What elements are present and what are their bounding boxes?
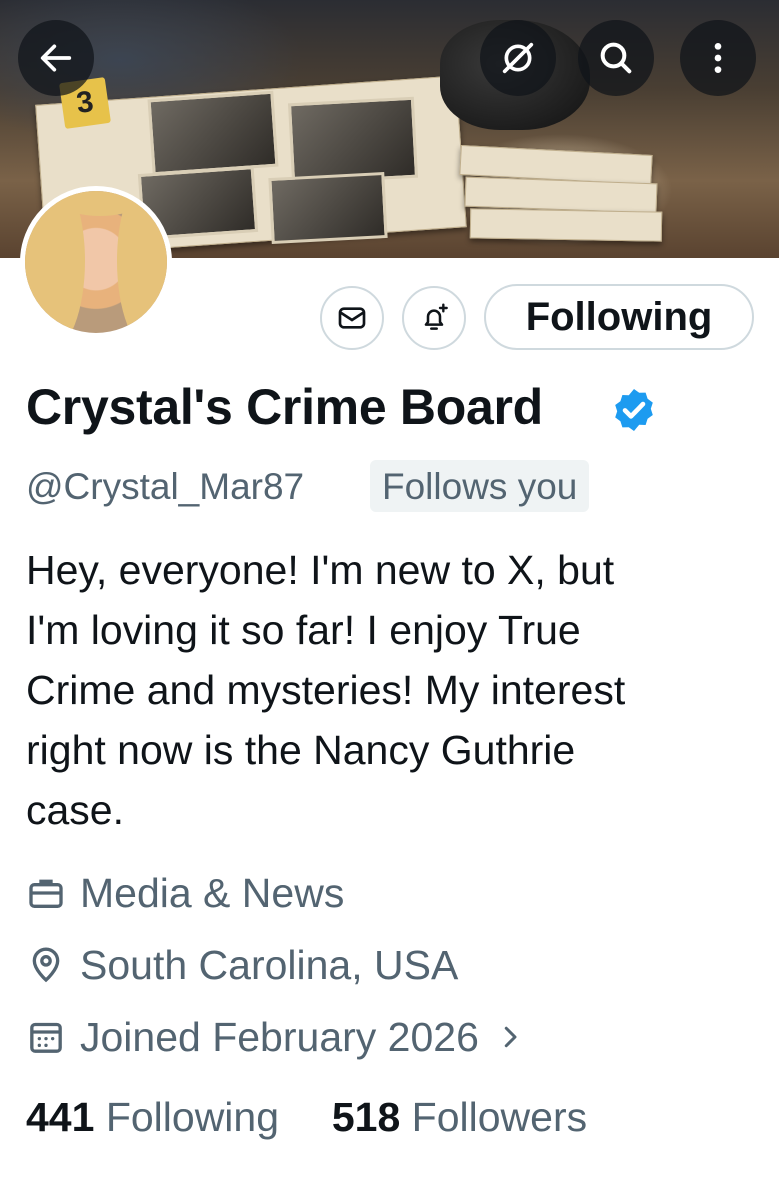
user-handle: @Crystal_Mar87: [26, 466, 305, 507]
location-label: South Carolina, USA: [80, 941, 459, 988]
following-stat[interactable]: 441 Following: [26, 1094, 279, 1140]
follow-stats: 441 Following 518 Followers: [26, 1094, 587, 1141]
followers-count: 518: [331, 1094, 401, 1140]
profile-avatar[interactable]: [20, 186, 172, 338]
notifications-button[interactable]: [402, 286, 466, 350]
verified-badge-icon: [615, 389, 653, 431]
joined-label: Joined February 2026: [80, 1013, 479, 1060]
message-button[interactable]: [320, 286, 384, 350]
more-button[interactable]: [680, 20, 756, 96]
back-button[interactable]: [18, 20, 94, 96]
arrow-left-icon: [40, 44, 72, 72]
more-vertical-icon: [714, 43, 722, 73]
chevron-right-icon: [504, 1026, 517, 1048]
follows-you-badge: Follows you: [370, 460, 590, 512]
profile-bio: Hey, everyone! I'm new to X, but I'm lov…: [26, 547, 626, 833]
followers-stat[interactable]: 518 Followers: [332, 1094, 587, 1140]
followers-label: Followers: [411, 1094, 588, 1140]
display-name: Crystal's Crime Board: [26, 379, 543, 435]
location-pin-icon: [32, 947, 60, 983]
search-button[interactable]: [578, 20, 654, 96]
following-button[interactable]: Following: [484, 284, 754, 350]
grok-icon: [502, 42, 534, 74]
profile-location: South Carolina, USA: [26, 940, 458, 990]
profile-joined[interactable]: Joined February 2026: [26, 1012, 539, 1062]
envelope-icon: [338, 307, 366, 329]
briefcase-icon: [29, 879, 63, 908]
calendar-icon: [30, 1022, 62, 1053]
grok-button[interactable]: [480, 20, 556, 96]
profile-category: Media & News: [26, 868, 344, 918]
category-label: Media & News: [80, 869, 345, 916]
bell-plus-icon: [424, 303, 448, 330]
following-label: Following: [105, 1094, 280, 1140]
following-count: 441: [26, 1094, 95, 1140]
search-icon: [600, 42, 632, 74]
